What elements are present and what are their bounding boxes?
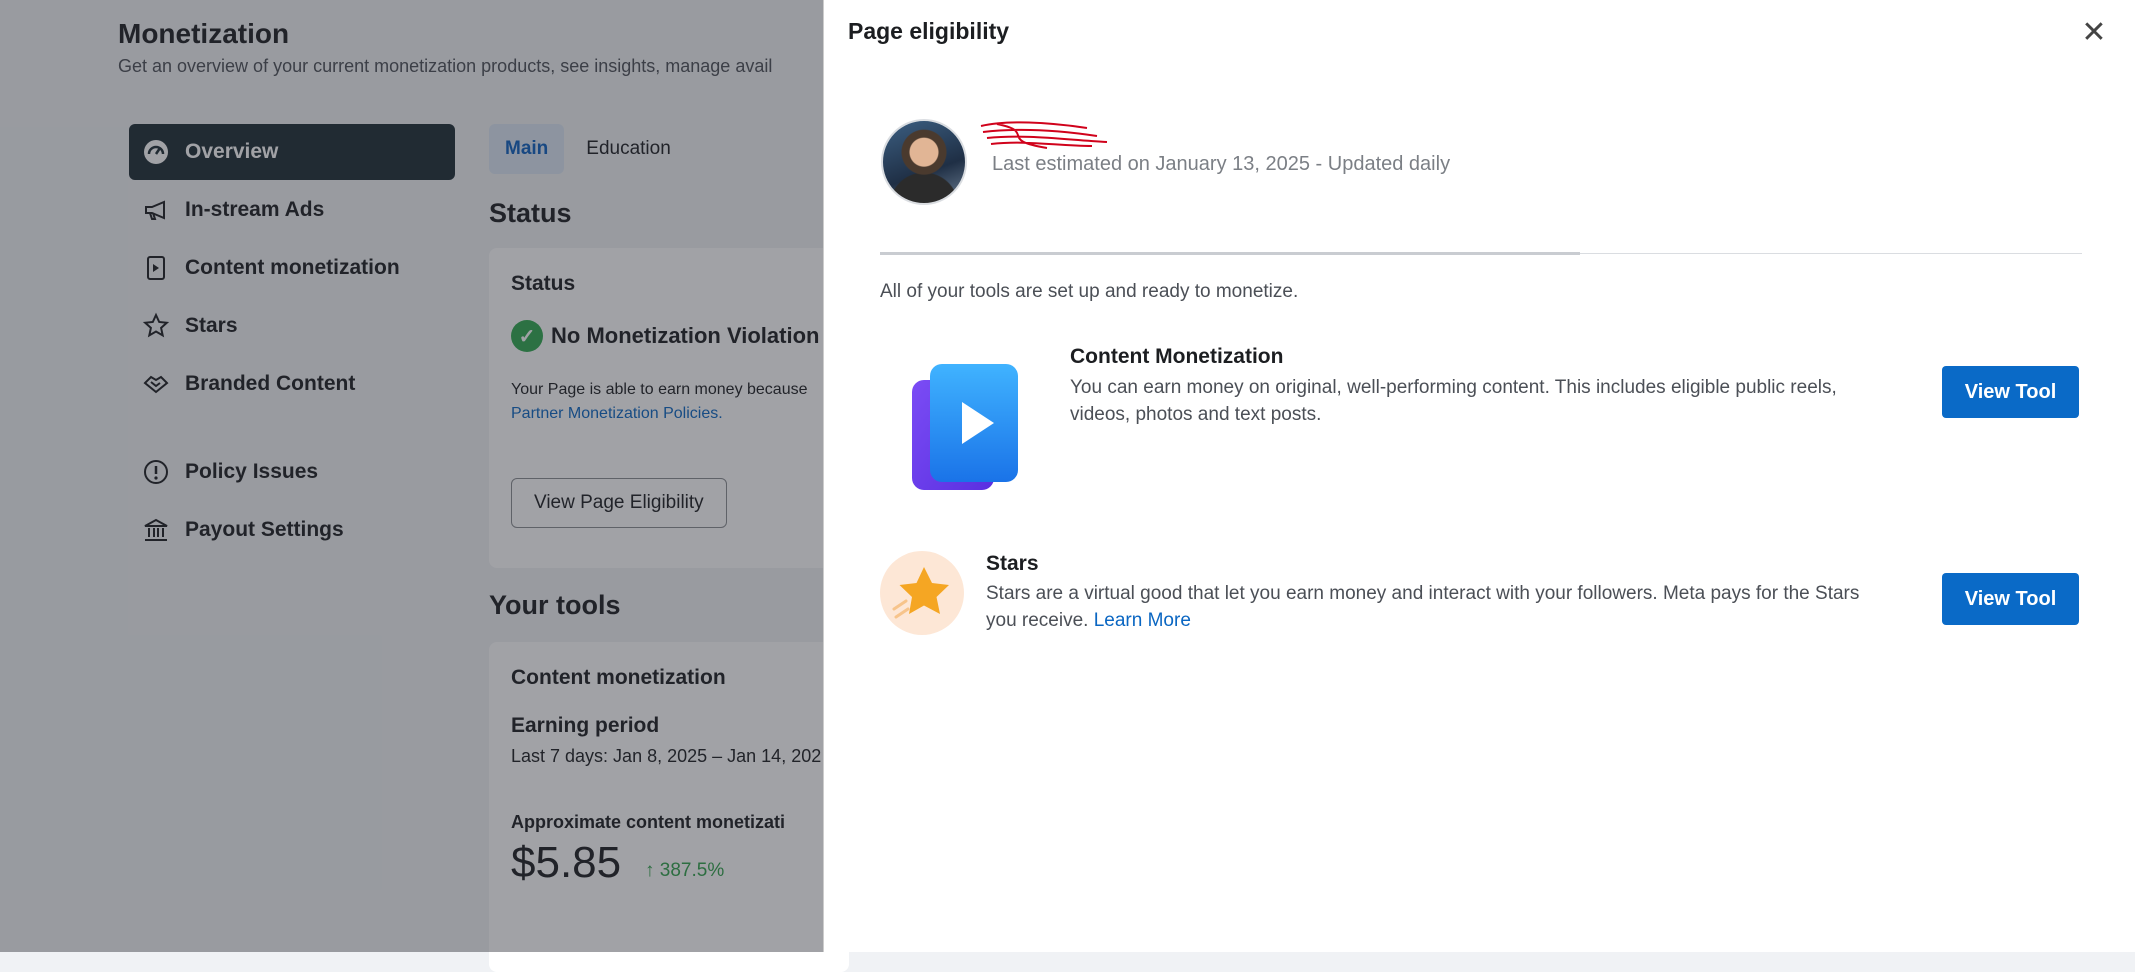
ready-status-text: All of your tools are set up and ready t…	[880, 281, 1299, 302]
last-estimated-text: Last estimated on January 13, 2025 - Upd…	[992, 153, 1451, 175]
star-icon	[880, 551, 964, 635]
view-tool-button-content-monetization[interactable]: View Tool	[1942, 366, 2079, 418]
content-monetization-description: You can earn money on original, well-per…	[1070, 377, 1837, 425]
divider-accent	[880, 252, 1580, 255]
redacted-page-name	[980, 121, 1108, 149]
close-icon[interactable]: ✕	[2078, 16, 2110, 49]
dialog-title: Page eligibility	[848, 18, 1010, 44]
stars-title: Stars	[986, 552, 1039, 575]
content-monetization-title: Content Monetization	[1070, 345, 1284, 368]
page-avatar	[881, 119, 967, 205]
stars-description: Stars are a virtual good that let you ea…	[986, 583, 1860, 631]
page-eligibility-dialog: Page eligibility ✕ Last estimated on Jan…	[823, 0, 2135, 952]
learn-more-link[interactable]: Learn More	[1094, 610, 1191, 631]
view-tool-button-stars[interactable]: View Tool	[1942, 573, 2079, 625]
play-card-icon	[912, 364, 1018, 490]
